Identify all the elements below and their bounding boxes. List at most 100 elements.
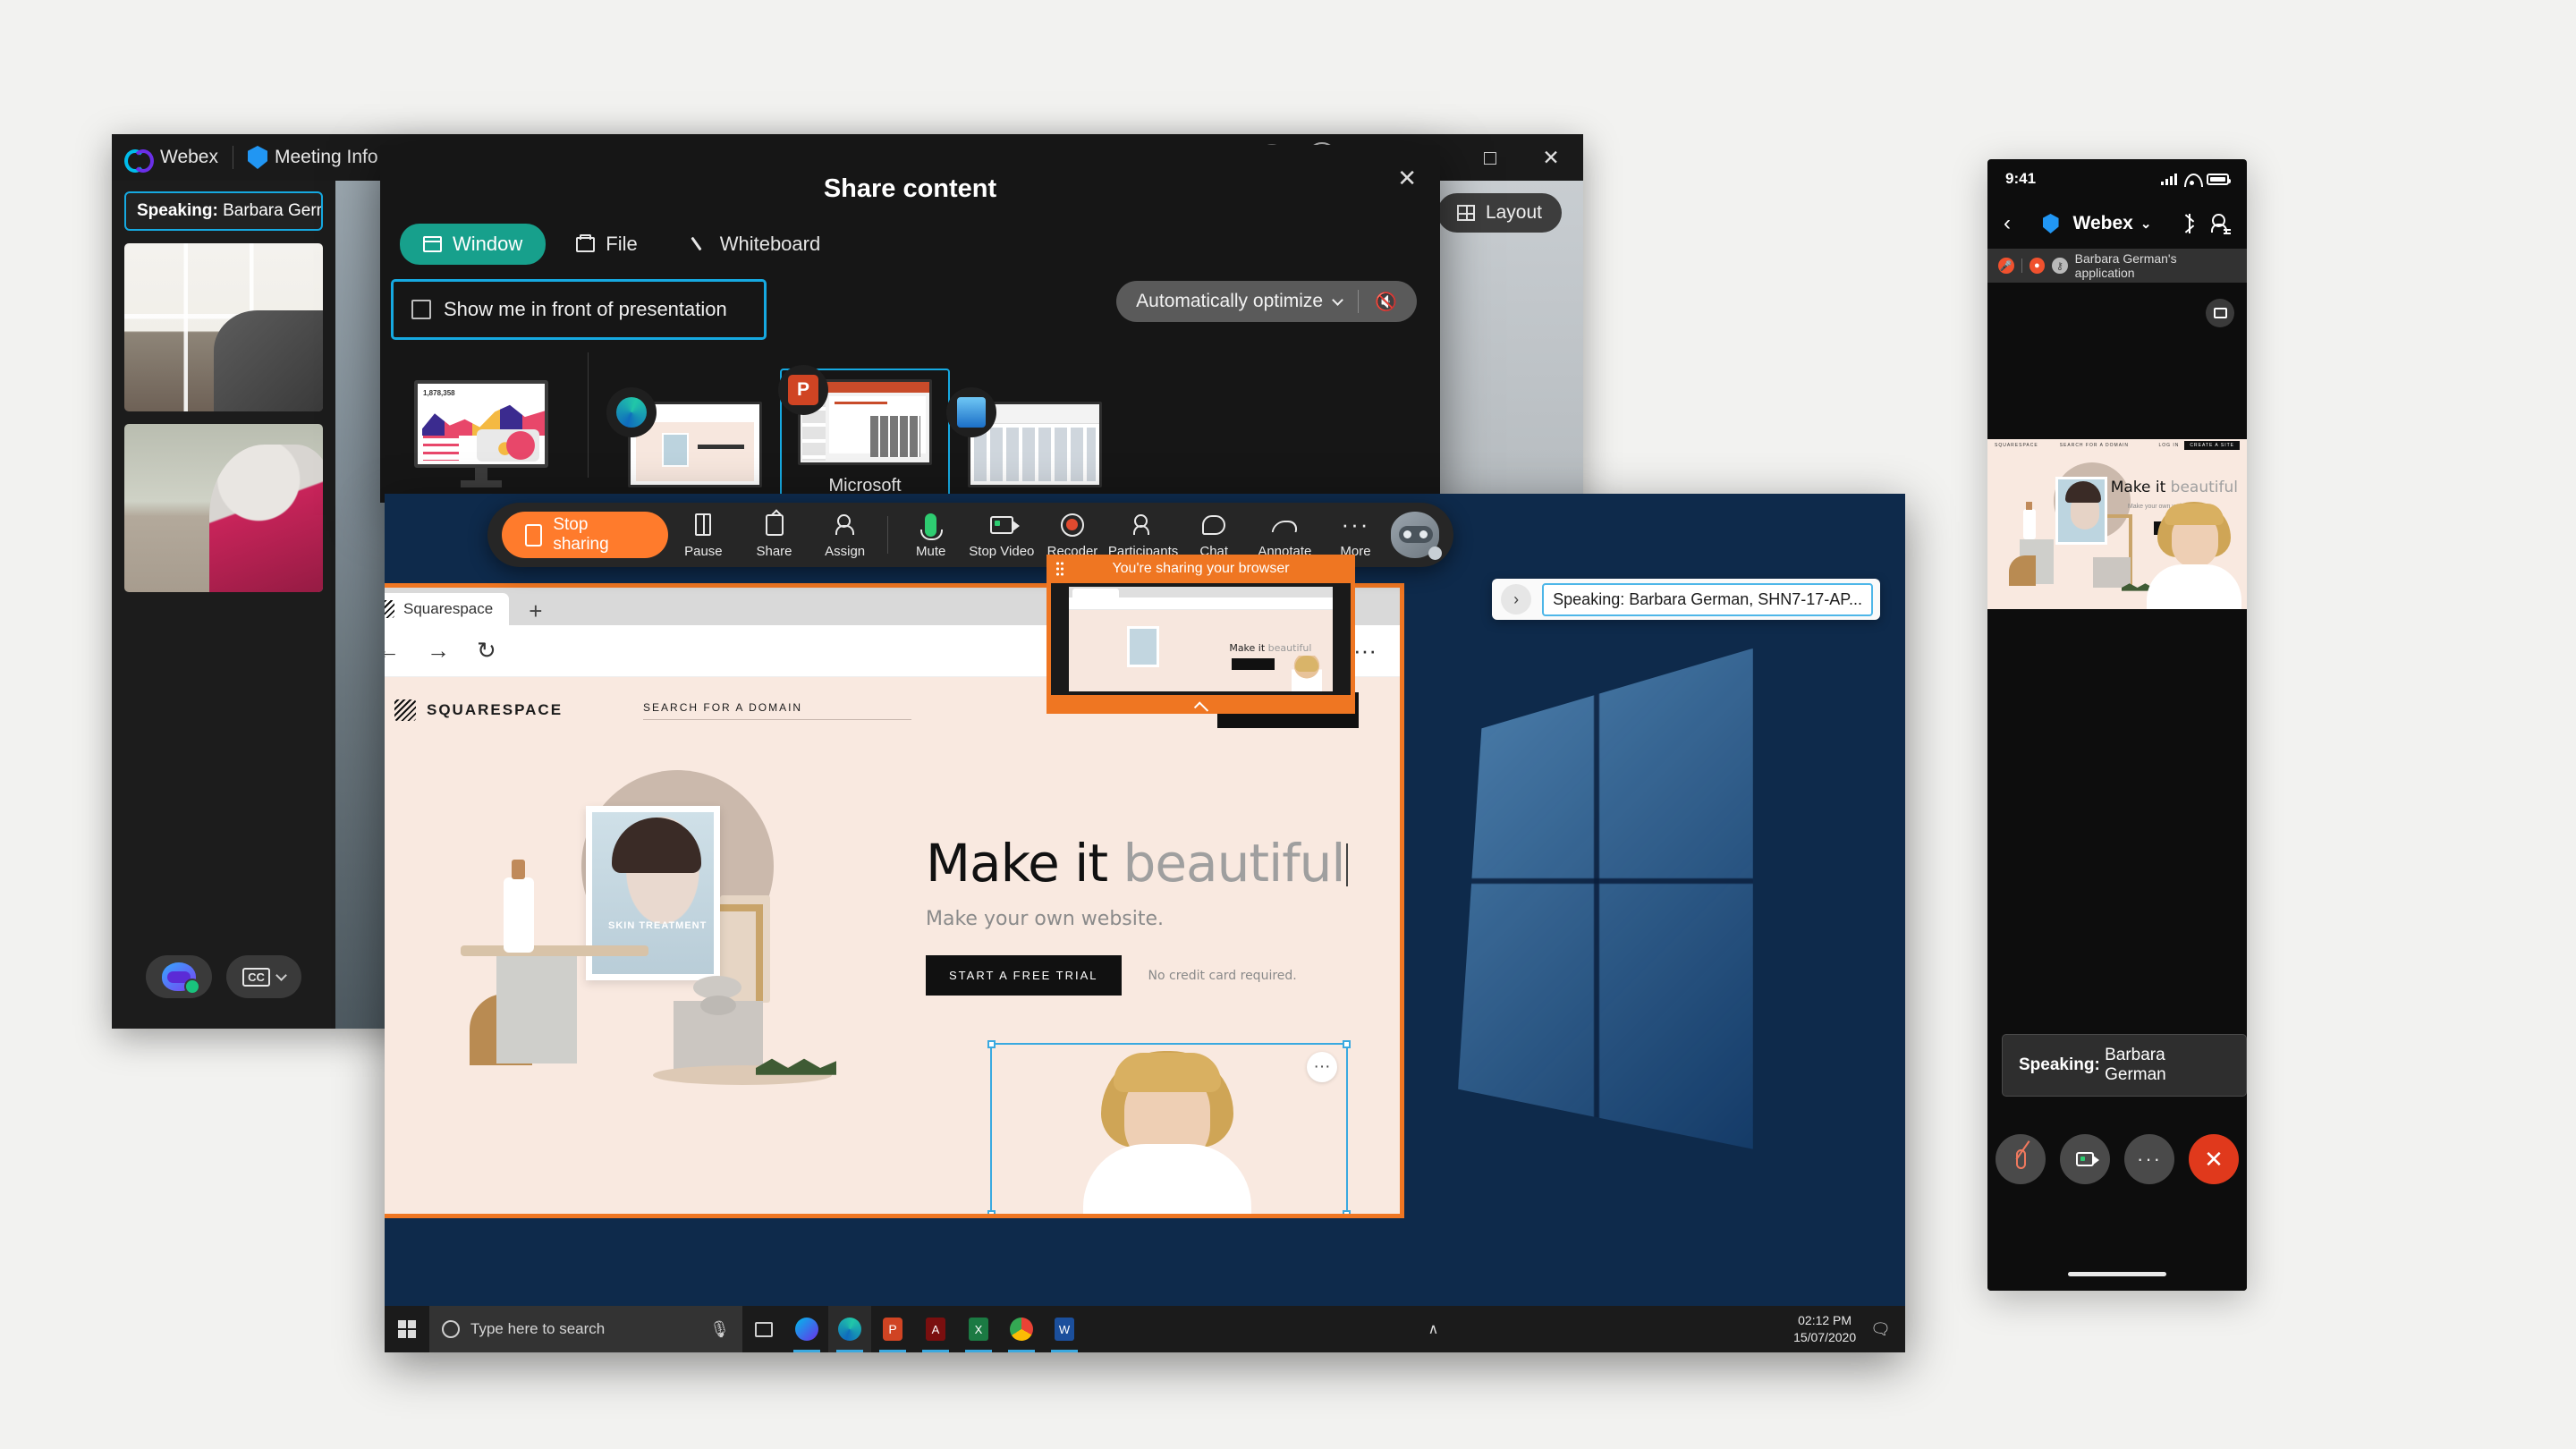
- chart-preview: 1,878,358: [418, 384, 545, 464]
- tab-whiteboard[interactable]: Whiteboard: [668, 224, 844, 265]
- close-button[interactable]: ✕: [1531, 146, 1571, 170]
- presenter-video-overlay[interactable]: ···: [987, 1040, 1351, 1214]
- headline-light: beautiful: [2170, 479, 2238, 496]
- pip-toggle-button[interactable]: [2206, 299, 2234, 327]
- speaker-mute-icon[interactable]: 🔇: [1375, 291, 1410, 313]
- resize-handle[interactable]: [1343, 1210, 1351, 1214]
- close-icon[interactable]: ✕: [1397, 165, 1417, 192]
- sharing-banner: You're sharing your browser: [1046, 555, 1355, 583]
- file-icon: [576, 233, 596, 252]
- toolbar-annotate[interactable]: Annotate: [1250, 512, 1320, 559]
- preview-headline: Make it beautiful: [1229, 642, 1312, 655]
- layout-button[interactable]: Layout: [1436, 193, 1562, 233]
- toolbar-assign[interactable]: Assign: [809, 512, 880, 559]
- toolbar-pause[interactable]: Pause: [668, 512, 739, 559]
- maximize-button[interactable]: □: [1470, 146, 1510, 170]
- tray-chevron-icon[interactable]: ∧: [1428, 1320, 1452, 1338]
- video-button[interactable]: [2060, 1134, 2110, 1184]
- resize-handle[interactable]: [987, 1040, 996, 1048]
- meeting-info-label[interactable]: Meeting Info: [275, 147, 378, 168]
- show-me-checkbox[interactable]: [411, 300, 431, 319]
- more-button[interactable]: ···: [2124, 1134, 2174, 1184]
- optimize-dropdown[interactable]: Automatically optimize 🔇: [1116, 281, 1417, 322]
- toolbar-participants[interactable]: Participants: [1108, 512, 1179, 559]
- notifications-icon[interactable]: 🗨: [1870, 1320, 1905, 1339]
- assistant-bot-icon: [162, 962, 201, 995]
- toolbar-stop-video[interactable]: Stop Video: [966, 512, 1037, 559]
- mute-button[interactable]: [1996, 1134, 2046, 1184]
- webex-assistant-button[interactable]: [146, 955, 213, 998]
- hero-cta-row: START A FREE TRIAL No credit card requir…: [926, 955, 1348, 996]
- hero-illustration: SKIN TREATMENT: [461, 770, 926, 1110]
- pen-icon: [691, 235, 709, 253]
- chevron-down-icon[interactable]: ⌄: [2140, 216, 2152, 232]
- screen-thumbnail: 1,878,358: [414, 380, 548, 468]
- forward-icon[interactable]: →: [427, 637, 450, 665]
- more-icon[interactable]: ···: [1353, 637, 1377, 665]
- video-overlay-more-button[interactable]: ···: [1307, 1052, 1337, 1082]
- domain-search-input[interactable]: SEARCH FOR A DOMAIN: [643, 701, 912, 720]
- divider: [1358, 290, 1360, 313]
- toolbar-more[interactable]: ··· More: [1320, 511, 1391, 559]
- microphone-icon: [920, 513, 944, 540]
- browser-tab[interactable]: Squarespace: [385, 593, 510, 625]
- shield-icon: [2042, 214, 2059, 233]
- pause-icon: [695, 513, 712, 536]
- tab-window[interactable]: Window: [400, 224, 547, 265]
- annotate-icon: [1273, 515, 1296, 535]
- taskbar-excel[interactable]: X: [957, 1306, 1000, 1352]
- share-preview-collapse-handle[interactable]: [1046, 699, 1355, 714]
- start-button[interactable]: [385, 1320, 429, 1338]
- toolbar-mute[interactable]: Mute: [895, 512, 966, 559]
- shared-content-view[interactable]: SQUARESPACE SEARCH FOR A DOMAIN LOG IN C…: [1987, 439, 2247, 609]
- taskbar-powerpoint[interactable]: P: [871, 1306, 914, 1352]
- tab-file[interactable]: File: [553, 224, 660, 265]
- new-tab-button[interactable]: +: [529, 597, 542, 625]
- taskbar-webex[interactable]: [785, 1306, 828, 1352]
- participants-icon[interactable]: [2211, 214, 2231, 233]
- toolbar-recorder[interactable]: Recoder: [1037, 512, 1107, 559]
- bluetooth-icon[interactable]: [2183, 214, 2195, 233]
- participant-video-thumbnail[interactable]: [124, 424, 323, 592]
- resize-handle[interactable]: [987, 1210, 996, 1214]
- taskbar-acrobat[interactable]: A: [914, 1306, 957, 1352]
- cellular-signal-icon: [2161, 173, 2177, 185]
- phone-call-controls: ··· ✕: [1987, 1134, 2247, 1184]
- show-me-checkbox-row[interactable]: Show me in front of presentation: [391, 279, 767, 340]
- taskbar-chrome[interactable]: [1000, 1306, 1043, 1352]
- reload-icon[interactable]: ↻: [477, 637, 496, 665]
- divider: [588, 352, 589, 478]
- chart-value: 1,878,358: [423, 389, 455, 397]
- back-icon[interactable]: ‹: [2004, 211, 2011, 236]
- resize-handle[interactable]: [1343, 1040, 1351, 1048]
- task-view-button[interactable]: [742, 1306, 785, 1352]
- toolbar-chat[interactable]: Chat: [1179, 512, 1250, 559]
- toolbar-share[interactable]: Share: [739, 512, 809, 559]
- expand-icon[interactable]: ›: [1501, 584, 1532, 614]
- participant-video-thumbnail[interactable]: [124, 243, 323, 411]
- chevron-down-icon[interactable]: [1332, 293, 1343, 306]
- start-free-trial-button[interactable]: START A FREE TRIAL: [926, 955, 1122, 996]
- edge-app-icon: [606, 387, 657, 437]
- end-call-button[interactable]: ✕: [2189, 1134, 2239, 1184]
- windows-wallpaper: [1458, 648, 1753, 1149]
- microphone-icon[interactable]: 🎙: [709, 1320, 730, 1339]
- taskbar-edge[interactable]: [828, 1306, 871, 1352]
- ipad-caption: SKIN TREATMENT: [608, 920, 708, 931]
- assistant-avatar-icon[interactable]: [1391, 512, 1443, 560]
- speaking-prefix: Speaking:: [2019, 1055, 2100, 1074]
- chevron-down-icon[interactable]: [275, 969, 287, 981]
- stop-sharing-button[interactable]: Stop sharing: [502, 512, 668, 558]
- text-caret: [1346, 843, 1349, 886]
- taskbar-clock[interactable]: 02:12 PM 15/07/2020: [1793, 1312, 1870, 1346]
- hero-subheadline: Make your own website.: [926, 908, 1165, 930]
- drag-handle-icon[interactable]: [1055, 561, 1064, 577]
- squarespace-logo[interactable]: SQUARESPACE: [394, 699, 563, 721]
- toolbar-stop-video-label: Stop Video: [969, 543, 1035, 559]
- closed-captions-button[interactable]: CC: [226, 955, 301, 998]
- share-preview-thumbnail[interactable]: Make it beautiful: [1046, 583, 1355, 699]
- back-icon[interactable]: ←: [385, 637, 400, 665]
- taskbar-search[interactable]: Type here to search 🎙: [429, 1306, 742, 1352]
- taskbar-word[interactable]: W: [1043, 1306, 1086, 1352]
- browser-tab-title: Squarespace: [403, 600, 494, 617]
